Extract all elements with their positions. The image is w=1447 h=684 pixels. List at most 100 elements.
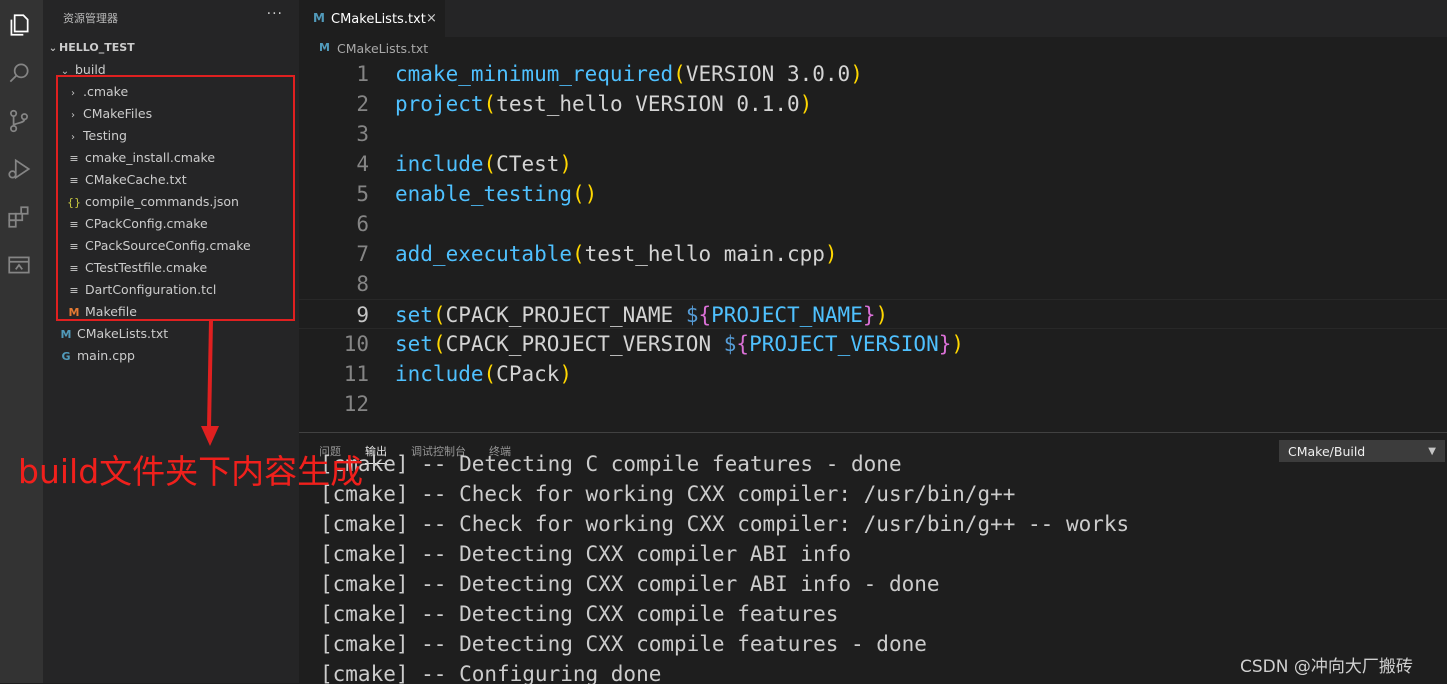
tree-item-cpackconfig-cmake[interactable]: ≡ CPackConfig.cmake bbox=[43, 213, 299, 235]
tab-label: CMakeLists.txt bbox=[331, 12, 426, 27]
activity-bar bbox=[0, 0, 43, 683]
annotation-arrow-icon bbox=[201, 320, 219, 446]
explorer-sidebar: 资源管理器 ··· ⌄ HELLO_TEST ⌄ build › .cmake › CMak… bbox=[43, 0, 299, 683]
chevron-down-icon: ▼ bbox=[1428, 446, 1436, 457]
breadcrumb-item[interactable]: CMakeLists.txt bbox=[337, 41, 428, 56]
tree-item-main-cpp[interactable]: Gmain.cpp bbox=[43, 345, 299, 367]
code-text: include(CTest) bbox=[395, 152, 573, 176]
output-line: [cmake] -- Detecting C compile features … bbox=[320, 452, 902, 476]
line-number: 7 bbox=[356, 242, 369, 266]
output-line: [cmake] -- Detecting CXX compiler ABI in… bbox=[320, 572, 940, 596]
tree-item-label: CMakeFiles bbox=[83, 106, 153, 121]
output-panel: 问题 输出 调试控制台 终端 CMake/Build ▼ [cmake] -- … bbox=[299, 432, 1447, 684]
tree-item-label: CPackConfig.cmake bbox=[85, 216, 208, 231]
tree-item-cmakecache-txt[interactable]: ≡ CMakeCache.txt bbox=[43, 169, 299, 191]
annotation-text: build文件夹下内容生成 bbox=[18, 452, 364, 491]
tree-item-label: Makefile bbox=[85, 304, 137, 319]
code-line[interactable]: 6 bbox=[299, 209, 1447, 239]
extensions-icon[interactable] bbox=[6, 204, 32, 230]
workspace-root[interactable]: ⌄ HELLO_TEST bbox=[43, 37, 299, 59]
tree-item-build[interactable]: ⌄ build bbox=[43, 59, 299, 81]
code-line[interactable]: 1 cmake_minimum_required(VERSION 3.0.0) bbox=[299, 59, 1447, 89]
tree-item-dartconfiguration-tcl[interactable]: ≡ DartConfiguration.tcl bbox=[43, 279, 299, 301]
tree-item-label: CTestTestfile.cmake bbox=[85, 260, 208, 275]
explorer-icon[interactable] bbox=[6, 12, 32, 38]
line-number: 8 bbox=[356, 272, 369, 296]
markdown-file-icon: M bbox=[313, 11, 325, 25]
more-actions-icon[interactable]: ··· bbox=[267, 6, 283, 22]
sidebar-title: 资源管理器 bbox=[63, 12, 118, 25]
code-line[interactable]: 2 project(test_hello VERSION 0.1.0) bbox=[299, 89, 1447, 119]
tab-cmakelists[interactable]: M CMakeLists.txt × bbox=[299, 0, 445, 38]
code-line[interactable]: 12 bbox=[299, 389, 1447, 419]
code-line[interactable]: 9 set(CPACK_PROJECT_NAME ${PROJECT_NAME}) bbox=[299, 299, 1447, 329]
workspace-root-label: HELLO_TEST bbox=[59, 41, 135, 54]
file-lines-icon: ≡ bbox=[69, 218, 79, 231]
breadcrumb: M CMakeLists.txt bbox=[299, 37, 1447, 59]
tree-item-compile-commands-json[interactable]: {} compile_commands.json bbox=[43, 191, 299, 213]
line-number: 3 bbox=[356, 122, 369, 146]
output-channel-select[interactable]: CMake/Build ▼ bbox=[1279, 440, 1445, 462]
chevron-down-icon: ⌄ bbox=[60, 66, 70, 77]
code-line[interactable]: 3 bbox=[299, 119, 1447, 149]
code-line[interactable]: 11 include(CPack) bbox=[299, 359, 1447, 389]
code-text: cmake_minimum_required(VERSION 3.0.0) bbox=[395, 62, 863, 86]
code-text: set(CPACK_PROJECT_VERSION ${PROJECT_VERS… bbox=[395, 332, 965, 356]
code-editor[interactable]: 1 cmake_minimum_required(VERSION 3.0.0) 2 p… bbox=[299, 59, 1447, 432]
tree-item-label: build bbox=[75, 62, 106, 77]
search-icon[interactable] bbox=[6, 60, 32, 86]
remote-explorer-icon[interactable] bbox=[6, 252, 32, 278]
code-line[interactable]: 8 bbox=[299, 269, 1447, 299]
tree-item-cmake-install-cmake[interactable]: ≡ cmake_install.cmake bbox=[43, 147, 299, 169]
code-line[interactable]: 5 enable_testing() bbox=[299, 179, 1447, 209]
tree-item-label: cmake_install.cmake bbox=[85, 150, 216, 165]
tree-item-cmakefiles[interactable]: › CMakeFiles bbox=[43, 103, 299, 125]
output-channel-value: CMake/Build bbox=[1288, 444, 1366, 459]
code-text: project(test_hello VERSION 0.1.0) bbox=[395, 92, 813, 116]
file-lines-icon: ≡ bbox=[69, 240, 79, 253]
output-line: [cmake] -- Configuring done bbox=[320, 662, 662, 684]
tree-item-ctesttestfile-cmake[interactable]: ≡ CTestTestfile.cmake bbox=[43, 257, 299, 279]
code-text: add_executable(test_hello main.cpp) bbox=[395, 242, 838, 266]
tree-item-cmake[interactable]: › .cmake bbox=[43, 81, 299, 103]
tree-item-label: main.cpp bbox=[77, 348, 135, 363]
chevron-right-icon: › bbox=[71, 132, 75, 143]
code-line[interactable]: 4 include(CTest) bbox=[299, 149, 1447, 179]
file-lines-icon: ≡ bbox=[69, 152, 79, 165]
chevron-down-icon: ⌄ bbox=[48, 43, 58, 54]
source-control-icon[interactable] bbox=[6, 108, 32, 134]
run-debug-icon[interactable] bbox=[6, 156, 32, 182]
tree-item-label: Testing bbox=[83, 128, 127, 143]
output-line: [cmake] -- Detecting CXX compiler ABI in… bbox=[320, 542, 852, 566]
code-line[interactable]: 7 add_executable(test_hello main.cpp) bbox=[299, 239, 1447, 269]
line-number: 6 bbox=[356, 212, 369, 236]
tree-item-makefile[interactable]: M Makefile bbox=[43, 301, 299, 323]
line-number: 9 bbox=[356, 303, 369, 327]
code-line[interactable]: 10 set(CPACK_PROJECT_VERSION ${PROJECT_VE… bbox=[299, 329, 1447, 359]
cpp-file-icon: G bbox=[61, 350, 71, 363]
code-text: enable_testing() bbox=[395, 182, 598, 206]
editor-tab-bar: M CMakeLists.txt × bbox=[299, 0, 1447, 38]
tree-item-testing[interactable]: › Testing bbox=[43, 125, 299, 147]
output-line: [cmake] -- Check for working CXX compile… bbox=[320, 512, 1130, 536]
line-number: 2 bbox=[356, 92, 369, 116]
line-number: 10 bbox=[343, 332, 369, 356]
file-lines-icon: ≡ bbox=[69, 284, 79, 297]
file-lines-icon: ≡ bbox=[69, 262, 79, 275]
markdown-file-icon: M bbox=[60, 328, 72, 341]
close-icon[interactable]: × bbox=[426, 11, 437, 26]
json-icon: {} bbox=[67, 196, 81, 209]
line-number: 11 bbox=[343, 362, 369, 386]
tree-item-label: CMakeCache.txt bbox=[85, 172, 187, 187]
output-line: [cmake] -- Detecting CXX compile feature… bbox=[320, 632, 927, 656]
line-number: 5 bbox=[356, 182, 369, 206]
tree-item-cmakelists-txt[interactable]: M CMakeLists.txt bbox=[43, 323, 299, 345]
makefile-icon: M bbox=[68, 306, 80, 319]
tree-item-cpacksourceconfig-cmake[interactable]: ≡ CPackSourceConfig.cmake bbox=[43, 235, 299, 257]
line-number: 12 bbox=[343, 392, 369, 416]
tree-item-label: CPackSourceConfig.cmake bbox=[85, 238, 251, 253]
code-text: set(CPACK_PROJECT_NAME ${PROJECT_NAME}) bbox=[395, 303, 889, 327]
file-lines-icon: ≡ bbox=[69, 174, 79, 187]
markdown-file-icon: M bbox=[319, 41, 330, 54]
chevron-right-icon: › bbox=[71, 110, 75, 121]
